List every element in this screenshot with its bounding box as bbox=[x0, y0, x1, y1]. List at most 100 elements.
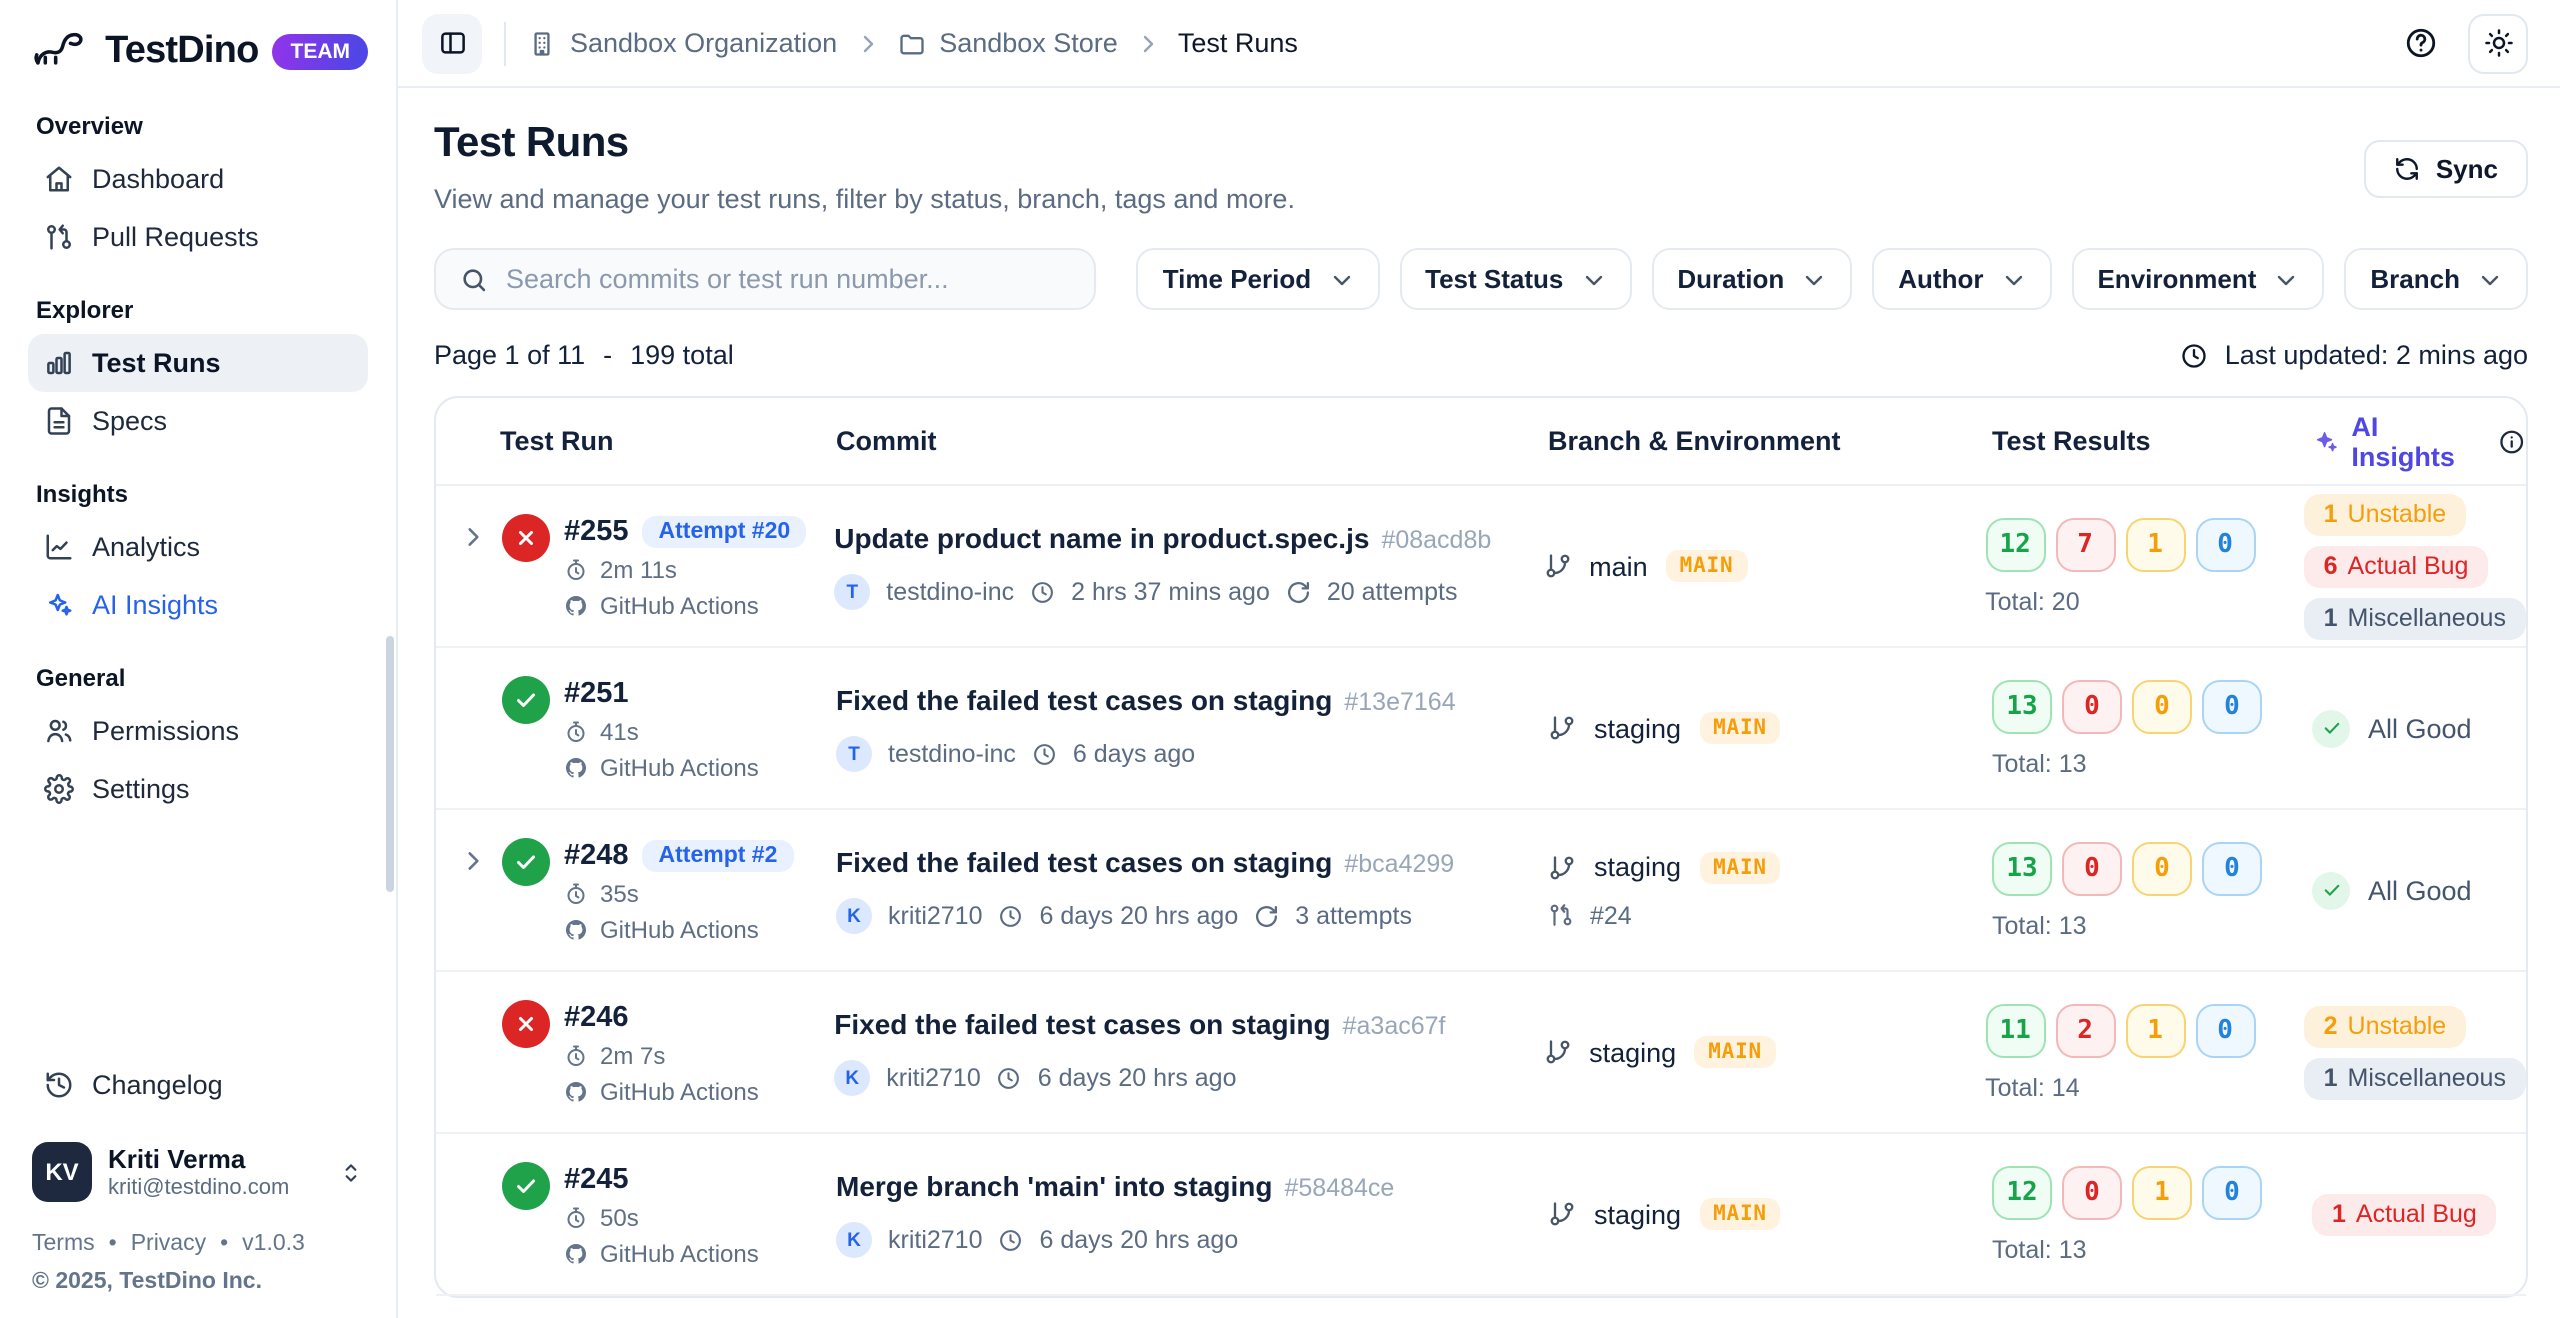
table-row[interactable]: #255 Attempt #20 2m 11s GitHub Actions U… bbox=[436, 486, 2526, 648]
insight-chip-actual-bug: 1Actual Bug bbox=[2312, 1193, 2497, 1235]
pull-request-ref[interactable]: #24 bbox=[1548, 901, 1992, 929]
team-badge: TEAM bbox=[273, 33, 369, 69]
chevron-right-icon bbox=[855, 31, 879, 55]
commit-hash[interactable]: #13e7164 bbox=[1344, 687, 1455, 715]
user-name: Kriti Verma bbox=[108, 1144, 322, 1174]
branch-name: staging bbox=[1594, 713, 1681, 743]
sidebar: TestDino TEAM Overview Dashboard Pull Re… bbox=[0, 0, 398, 1318]
commit-hash[interactable]: #58484ce bbox=[1285, 1173, 1395, 1201]
breadcrumb-project[interactable]: Sandbox Store bbox=[897, 28, 1118, 58]
failed-count-badge: 0 bbox=[2062, 679, 2122, 733]
commit-title[interactable]: Fixed the failed test cases on staging bbox=[836, 845, 1332, 877]
filter-author[interactable]: Author bbox=[1872, 248, 2051, 310]
commit-title[interactable]: Fixed the failed test cases on staging bbox=[836, 683, 1332, 715]
breadcrumb-org[interactable]: Sandbox Organization bbox=[528, 28, 837, 58]
commit-time: 6 days 20 hrs ago bbox=[1038, 1065, 1237, 1093]
chevron-down-icon bbox=[2274, 267, 2298, 291]
sidebar-toggle-button[interactable] bbox=[422, 13, 482, 73]
content: Test Runs View and manage your test runs… bbox=[398, 88, 2560, 1318]
search-box[interactable] bbox=[434, 248, 1097, 310]
chevron-down-icon bbox=[1329, 267, 1353, 291]
column-test-results: Test Results bbox=[1992, 426, 2312, 456]
expand-row-button[interactable] bbox=[456, 837, 488, 873]
table-row[interactable]: #245 50s GitHub Actions Merge branch 'ma… bbox=[436, 1134, 2526, 1296]
ai-insights-cell: 1Actual Bug bbox=[2312, 1193, 2526, 1235]
sidebar-item-permissions[interactable]: Permissions bbox=[28, 702, 368, 760]
run-duration: 41s bbox=[600, 717, 639, 745]
ci-provider: GitHub Actions bbox=[600, 753, 759, 781]
filter-environment[interactable]: Environment bbox=[2071, 248, 2324, 310]
commit-title[interactable]: Merge branch 'main' into staging bbox=[836, 1169, 1273, 1201]
expand-row-button[interactable] bbox=[456, 513, 488, 549]
table-row[interactable]: #251 41s GitHub Actions Fixed the failed… bbox=[436, 648, 2526, 810]
commit-hash[interactable]: #a3ac67f bbox=[1343, 1011, 1446, 1039]
table-row[interactable]: #246 2m 7s GitHub Actions Fixed the fail… bbox=[436, 972, 2526, 1134]
topbar: Sandbox Organization Sandbox Store Test … bbox=[398, 0, 2560, 88]
section-label-insights: Insights bbox=[36, 480, 360, 508]
table-row[interactable]: #248 Attempt #2 35s GitHub Actions Fixed… bbox=[436, 810, 2526, 972]
commit-title[interactable]: Update product name in product.spec.js bbox=[834, 521, 1369, 553]
check-icon bbox=[514, 1173, 538, 1197]
theme-toggle-button[interactable] bbox=[2468, 13, 2528, 73]
sidebar-item-test-runs[interactable]: Test Runs bbox=[28, 334, 368, 392]
test-results: 12 0 1 0 Total: 13 bbox=[1992, 1165, 2312, 1263]
git-branch-icon bbox=[1543, 552, 1571, 580]
passed-count-badge: 12 bbox=[1985, 517, 2045, 571]
commit-hash[interactable]: #bca4299 bbox=[1344, 849, 1454, 877]
filter-time-period[interactable]: Time Period bbox=[1137, 248, 1379, 310]
filter-branch[interactable]: Branch bbox=[2344, 248, 2528, 310]
chevron-right-icon bbox=[1136, 31, 1160, 55]
commit-time: 6 days 20 hrs ago bbox=[1040, 1227, 1239, 1255]
clock-icon bbox=[999, 904, 1024, 929]
run-number[interactable]: #246 bbox=[564, 1001, 629, 1033]
commit-hash[interactable]: #08acd8b bbox=[1381, 525, 1491, 553]
sidebar-item-dashboard[interactable]: Dashboard bbox=[28, 150, 368, 208]
folder-icon bbox=[897, 29, 925, 57]
commit-author: kriti2710 bbox=[886, 1065, 981, 1093]
column-commit: Commit bbox=[836, 426, 1548, 456]
author-avatar: T bbox=[834, 575, 870, 611]
privacy-link[interactable]: Privacy bbox=[131, 1232, 206, 1256]
attempt-badge: Attempt #2 bbox=[643, 839, 794, 871]
run-number[interactable]: #255 bbox=[564, 515, 629, 547]
user-menu[interactable]: KV Kriti Verma kriti@testdino.com bbox=[28, 1138, 368, 1206]
sync-button[interactable]: Sync bbox=[2364, 140, 2528, 198]
sidebar-item-specs[interactable]: Specs bbox=[28, 392, 368, 450]
sidebar-item-ai-insights[interactable]: AI Insights bbox=[28, 576, 368, 634]
sidebar-item-changelog[interactable]: Changelog bbox=[28, 1056, 368, 1114]
attempts-count: 20 attempts bbox=[1327, 579, 1458, 607]
sidebar-item-pull-requests[interactable]: Pull Requests bbox=[28, 208, 368, 266]
sidebar-footer: Terms • Privacy • v1.0.3 © 2025, TestDin… bbox=[28, 1232, 368, 1294]
filter-duration[interactable]: Duration bbox=[1651, 248, 1852, 310]
sidebar-scrollbar[interactable] bbox=[386, 636, 394, 892]
run-number[interactable]: #248 bbox=[564, 839, 629, 871]
info-icon[interactable] bbox=[2499, 427, 2526, 455]
page-indicator: Page 1 of 11 bbox=[434, 340, 585, 370]
status-passed-icon bbox=[502, 675, 550, 723]
run-number[interactable]: #251 bbox=[564, 677, 629, 709]
copyright: © 2025, TestDino Inc. bbox=[32, 1270, 368, 1294]
line-chart-icon bbox=[44, 532, 74, 562]
commit-title[interactable]: Fixed the failed test cases on staging bbox=[834, 1007, 1330, 1039]
help-button[interactable] bbox=[2404, 26, 2438, 60]
home-icon bbox=[44, 164, 74, 194]
failed-count-badge: 7 bbox=[2055, 517, 2115, 571]
sidebar-item-settings[interactable]: Settings bbox=[28, 760, 368, 818]
run-number[interactable]: #245 bbox=[564, 1163, 629, 1195]
environment-tag: MAIN bbox=[1694, 1036, 1776, 1068]
check-circle-icon bbox=[2312, 709, 2350, 747]
avatar: KV bbox=[32, 1142, 92, 1202]
chevron-down-icon bbox=[2478, 267, 2502, 291]
sun-icon bbox=[2483, 28, 2513, 58]
pull-request-icon bbox=[1548, 902, 1574, 928]
terms-link[interactable]: Terms bbox=[32, 1232, 95, 1256]
commit-author: kriti2710 bbox=[888, 1227, 983, 1255]
sidebar-item-analytics[interactable]: Analytics bbox=[28, 518, 368, 576]
filter-test-status[interactable]: Test Status bbox=[1399, 248, 1631, 310]
search-input[interactable] bbox=[506, 264, 1071, 294]
brand-logo[interactable]: TestDino TEAM bbox=[28, 20, 368, 82]
branch-name: main bbox=[1589, 551, 1648, 581]
git-branch-icon bbox=[1548, 1200, 1576, 1228]
skipped-count-badge: 0 bbox=[2195, 517, 2255, 571]
refresh-icon bbox=[2394, 156, 2420, 182]
